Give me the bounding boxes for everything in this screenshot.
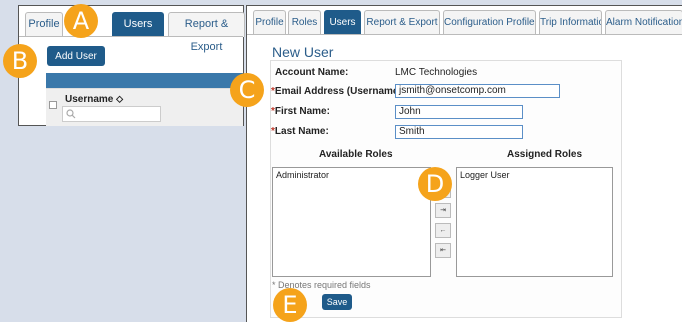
username-filter-input[interactable]: [62, 106, 161, 122]
role-option-logger-user[interactable]: Logger User: [460, 170, 609, 180]
tab-users[interactable]: Users: [112, 12, 164, 37]
tab-profile[interactable]: Profile: [253, 10, 286, 35]
first-name-label: *First Name:: [271, 106, 330, 117]
tab-alarm-notifications[interactable]: Alarm Notifications: [605, 10, 682, 35]
first-name-field[interactable]: John: [395, 105, 523, 119]
assigned-roles-header: Assigned Roles: [507, 149, 583, 160]
callout-marker-a: A: [64, 4, 98, 38]
new-user-panel: Profile Roles Users Report & Export Conf…: [246, 5, 682, 322]
tab-configuration-profiles[interactable]: Configuration Profiles: [443, 10, 536, 35]
assigned-roles-list[interactable]: Logger User: [456, 167, 613, 277]
tab-report-export[interactable]: Report & Export: [364, 10, 440, 35]
tab-report-export[interactable]: Report & Export: [168, 12, 245, 53]
move-all-left-button[interactable]: ⇤: [435, 243, 451, 258]
tab-divider: [247, 34, 682, 35]
left-users-panel: Profile Users Report & Export Add User U…: [18, 5, 245, 126]
move-left-button[interactable]: ←: [435, 223, 451, 238]
account-name-label: Account Name:: [275, 67, 349, 78]
username-column-header[interactable]: Username ⬦: [65, 94, 123, 105]
page-title: New User: [272, 44, 334, 60]
add-user-button[interactable]: Add User: [47, 46, 105, 66]
email-field[interactable]: jsmith@onsetcomp.com: [395, 84, 560, 98]
available-roles-header: Available Roles: [319, 149, 393, 160]
table-header-bar: [46, 73, 243, 88]
role-option-administrator[interactable]: Administrator: [276, 170, 427, 180]
first-name-label-text: First Name:: [274, 106, 330, 117]
search-icon: [66, 109, 76, 119]
last-name-label-text: Last Name:: [274, 126, 329, 137]
select-all-checkbox[interactable]: [49, 101, 57, 109]
save-button[interactable]: Save: [322, 294, 352, 310]
available-roles-list[interactable]: Administrator: [272, 167, 431, 277]
callout-marker-e: E: [273, 288, 307, 322]
callout-marker-d: D: [418, 167, 452, 201]
tab-divider: [19, 36, 243, 37]
tab-roles[interactable]: Roles: [288, 10, 321, 35]
account-name-value: LMC Technologies: [395, 67, 478, 78]
callout-marker-b: B: [3, 44, 37, 78]
last-name-label: *Last Name:: [271, 126, 329, 137]
tab-users[interactable]: Users: [324, 10, 361, 35]
callout-marker-c: C: [230, 73, 264, 107]
tab-profile[interactable]: Profile: [25, 12, 63, 37]
last-name-field[interactable]: Smith: [395, 125, 523, 139]
email-label: *Email Address (Username):: [271, 86, 405, 97]
move-all-right-button[interactable]: ⇥: [435, 203, 451, 218]
email-label-text: Email Address (Username):: [274, 86, 406, 97]
tab-trip-information[interactable]: Trip Information: [539, 10, 602, 35]
